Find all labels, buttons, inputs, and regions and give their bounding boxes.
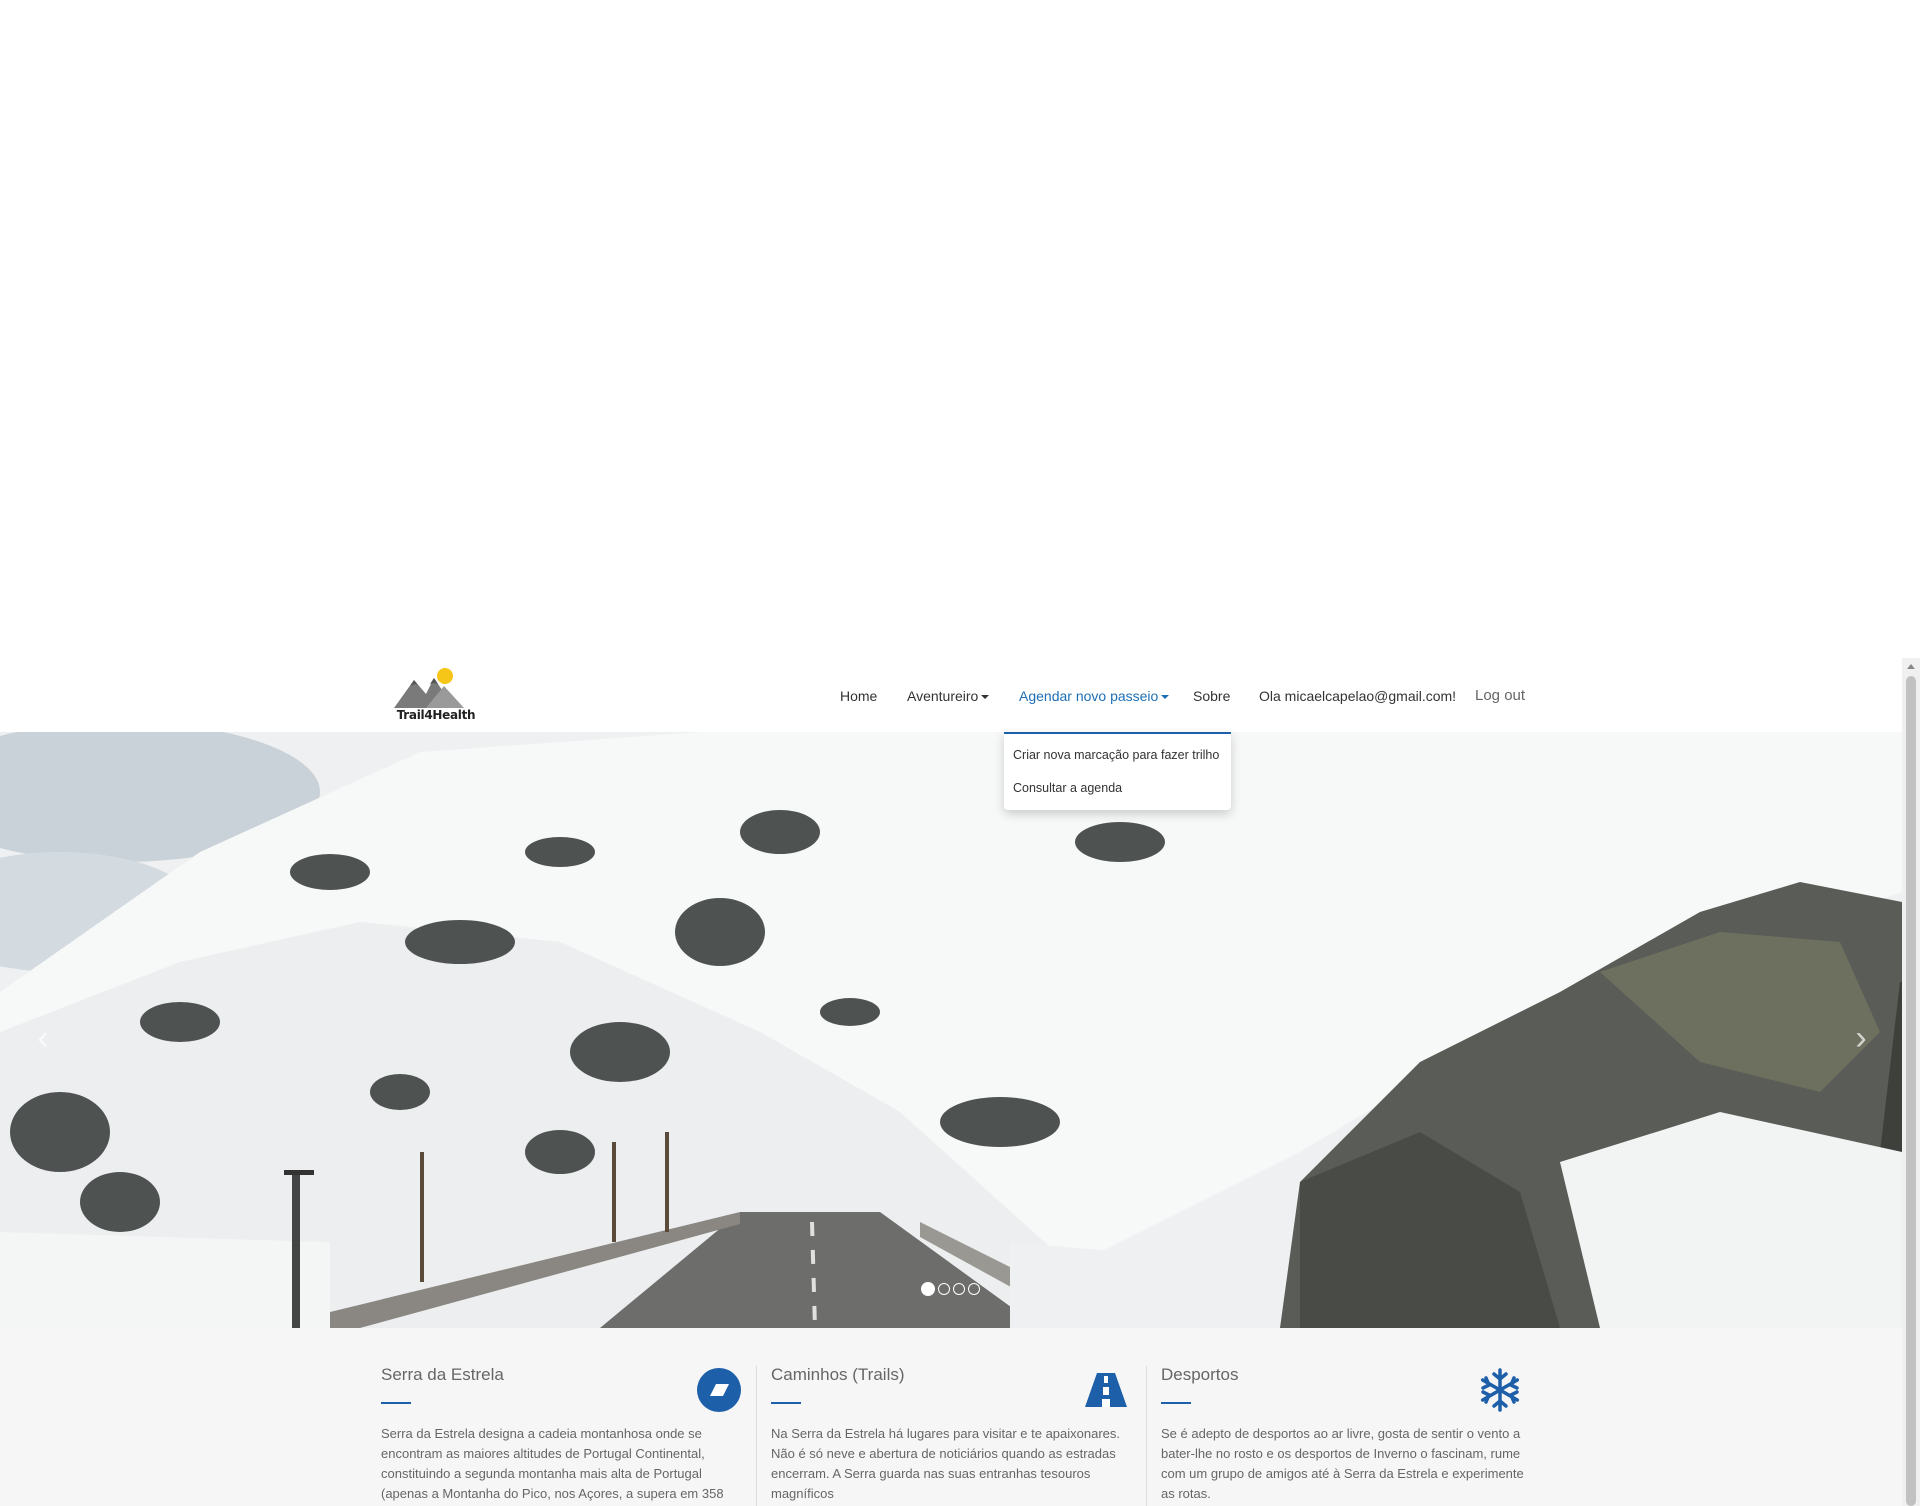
- snowy-mountain-road-image: [0, 732, 1902, 1328]
- carousel-indicator-2[interactable]: [938, 1282, 950, 1295]
- nav-aventureiro[interactable]: Aventureiro: [907, 686, 990, 706]
- scroll-thumb[interactable]: [1906, 676, 1916, 1506]
- nav-agendar[interactable]: Agendar novo passeio: [1019, 686, 1170, 706]
- shape-badge-icon: [697, 1368, 741, 1412]
- column-divider: [756, 1366, 757, 1506]
- carousel-indicator-4[interactable]: [968, 1282, 980, 1295]
- feature-desportos: Desportos Se é adepto de desportos ao ar…: [1161, 1340, 1531, 1506]
- caret-down-icon: [1161, 695, 1170, 700]
- scroll-up-arrow-icon[interactable]: [1907, 664, 1915, 669]
- feature-divider: [1161, 1402, 1191, 1404]
- feature-text: Serra da Estrela designa a cadeia montan…: [381, 1426, 724, 1501]
- nav-greeting[interactable]: Ola micaelcapelao@gmail.com!: [1259, 686, 1456, 706]
- snowflake-icon: [1480, 1368, 1520, 1412]
- page-scrollbar[interactable]: [1902, 658, 1920, 1506]
- feature-serra-da-estrela: Serra da Estrela Serra da Estrela design…: [381, 1340, 751, 1506]
- nav-sobre[interactable]: Sobre: [1193, 686, 1230, 706]
- road-icon: [1085, 1373, 1127, 1407]
- nav-aventureiro-label: Aventureiro: [907, 688, 979, 704]
- feature-divider: [381, 1402, 411, 1404]
- logo-text: Trail4Health: [396, 708, 476, 722]
- carousel-indicator-3[interactable]: [953, 1282, 965, 1295]
- carousel-indicators: [921, 1280, 983, 1296]
- carousel-indicator-1[interactable]: [921, 1281, 935, 1296]
- feature-title: Caminhos (Trails): [771, 1365, 905, 1384]
- carousel-prev-icon[interactable]: ‹: [28, 1018, 58, 1058]
- feature-text: Na Serra da Estrela há lugares para visi…: [771, 1426, 1121, 1501]
- caret-down-icon: [981, 695, 990, 700]
- menu-item-criar-marcacao[interactable]: Criar nova marcação para fazer trilho: [1013, 748, 1219, 762]
- logout-link[interactable]: Log out: [1475, 686, 1525, 706]
- carousel-next-icon[interactable]: ›: [1846, 1018, 1876, 1058]
- mountain-logo-icon: [394, 668, 464, 708]
- feature-title: Desportos: [1161, 1365, 1239, 1384]
- menu-item-consultar-agenda[interactable]: Consultar a agenda: [1013, 781, 1122, 795]
- feature-caminhos: Caminhos (Trails) Na Serra da Estrela há…: [771, 1340, 1141, 1506]
- blank-area: [0, 0, 1920, 658]
- nav-agendar-label: Agendar novo passeio: [1019, 688, 1159, 704]
- feature-title: Serra da Estrela: [381, 1365, 504, 1384]
- nav-home[interactable]: Home: [840, 686, 877, 706]
- hero-carousel: [0, 732, 1902, 1328]
- agendar-dropdown-menu: Criar nova marcação para fazer trilho Co…: [1004, 732, 1231, 810]
- logo[interactable]: Trail4Health: [388, 664, 484, 726]
- feature-text: Se é adepto de desportos ao ar livre, go…: [1161, 1426, 1524, 1501]
- feature-divider: [771, 1402, 801, 1404]
- column-divider: [1146, 1366, 1147, 1506]
